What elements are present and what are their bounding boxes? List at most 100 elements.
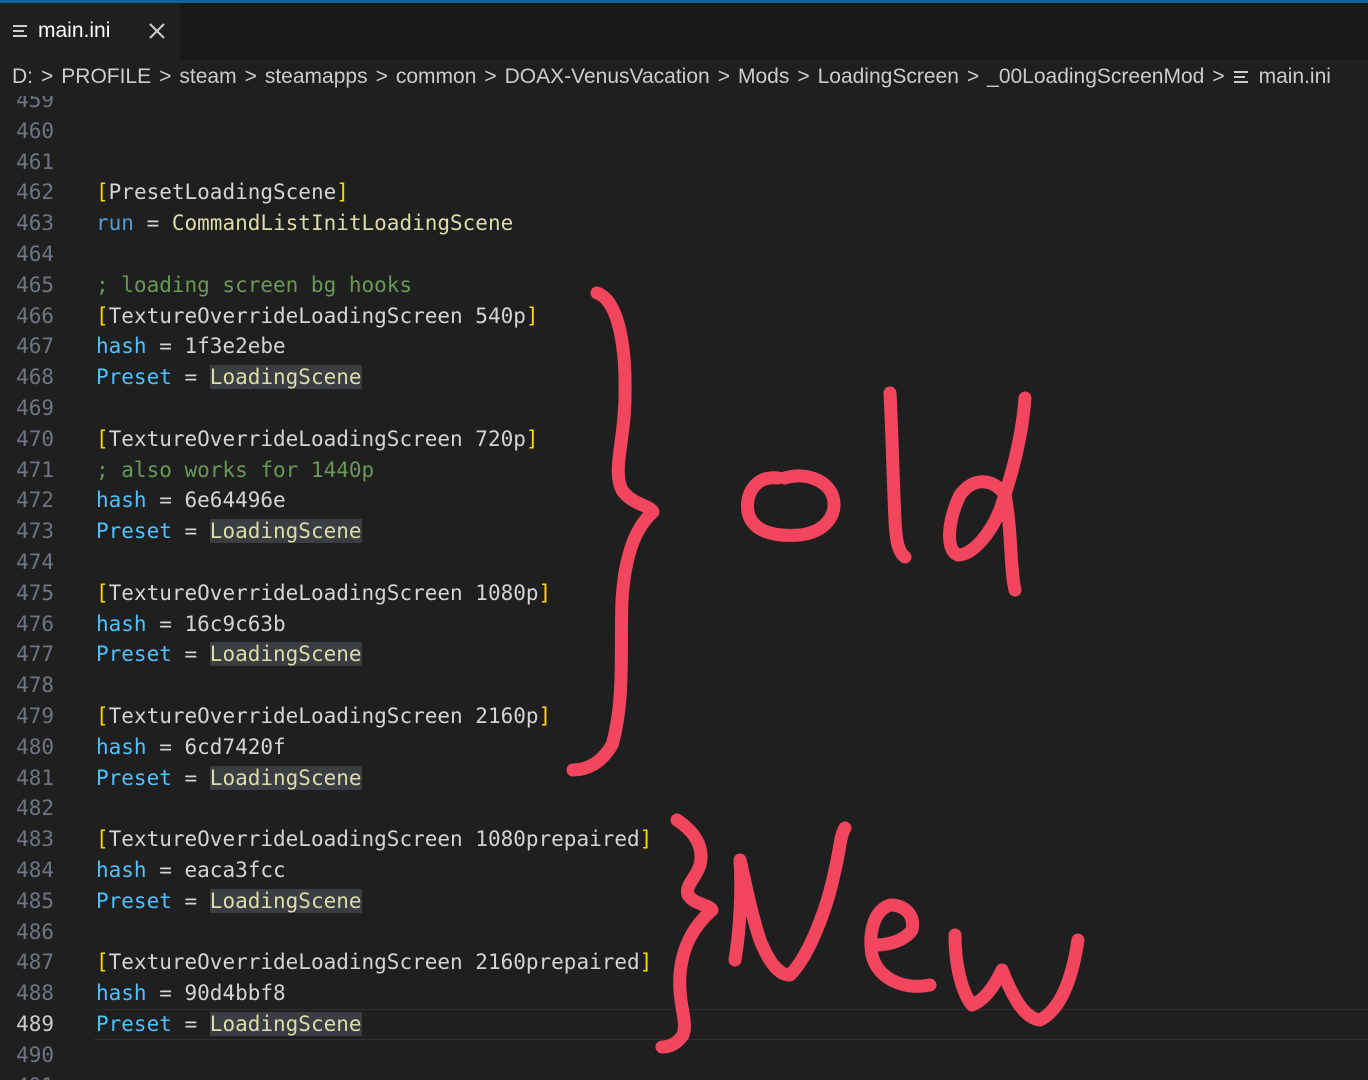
token-op: = bbox=[146, 858, 185, 882]
breadcrumb-segment[interactable]: PROFILE bbox=[61, 65, 151, 89]
token-key: hash bbox=[96, 734, 147, 759]
token-key: Preset bbox=[96, 1012, 172, 1036]
code-line[interactable]: 490 bbox=[0, 1040, 1368, 1071]
code-text: Preset = LoadingScene bbox=[96, 516, 362, 547]
code-text: [PresetLoadingScene] bbox=[96, 177, 349, 208]
breadcrumb-segment[interactable]: DOAX-VenusVacation bbox=[505, 65, 710, 89]
chevron-right-icon: > bbox=[1212, 65, 1225, 88]
token-plain: eaca3fcc bbox=[184, 858, 286, 882]
code-line[interactable]: 488 hash = 90d4bbf8 bbox=[0, 978, 1368, 1009]
breadcrumb-segment[interactable]: steamapps bbox=[265, 65, 368, 89]
code-text: [TextureOverrideLoadingScreen 1080p] bbox=[96, 578, 551, 609]
line-number: 488 bbox=[16, 981, 54, 1006]
code-line[interactable]: 476 hash = 16c9c63b bbox=[0, 609, 1368, 640]
code-editor[interactable]: 459 460 461 462 [PresetLoadingScene] 463 run =… bbox=[0, 96, 1368, 1080]
breadcrumb-file[interactable]: main.ini bbox=[1259, 65, 1331, 89]
code-line[interactable]: 475 [TextureOverrideLoadingScreen 1080p] bbox=[0, 578, 1368, 609]
tab-main-ini[interactable]: main.ini bbox=[0, 3, 180, 60]
code-line[interactable]: 469 bbox=[0, 393, 1368, 424]
code-text: hash = eaca3fcc bbox=[96, 855, 286, 886]
tab-bar: main.ini bbox=[0, 3, 1368, 60]
line-number: 485 bbox=[16, 888, 54, 913]
token-key: Preset bbox=[96, 519, 172, 544]
breadcrumb-segment[interactable]: _00LoadingScreenMod bbox=[987, 65, 1204, 89]
line-number: 476 bbox=[16, 611, 54, 636]
token-op: = bbox=[146, 734, 185, 759]
line-number: 489 bbox=[16, 1012, 54, 1036]
code-line[interactable]: 468 Preset = LoadingScene bbox=[0, 362, 1368, 393]
line-number: 469 bbox=[16, 396, 54, 420]
code-line[interactable]: 462 [PresetLoadingScene] bbox=[0, 177, 1368, 208]
token-bracket: [ bbox=[96, 180, 109, 205]
code-line[interactable]: 481 Preset = LoadingScene bbox=[0, 763, 1368, 794]
code-line[interactable]: 480 hash = 6cd7420f bbox=[0, 732, 1368, 763]
code-line[interactable]: 487 [TextureOverrideLoadingScreen 2160pre… bbox=[0, 947, 1368, 978]
token-key: hash bbox=[96, 858, 147, 882]
code-text: hash = 6e64496e bbox=[96, 485, 286, 516]
code-text: hash = 1f3e2ebe bbox=[96, 331, 286, 362]
token-op: = bbox=[171, 765, 210, 790]
code-line[interactable]: 464 bbox=[0, 239, 1368, 270]
line-number: 467 bbox=[16, 334, 54, 359]
code-line[interactable]: 483 [TextureOverrideLoadingScreen 1080pre… bbox=[0, 824, 1368, 855]
breadcrumb: D: > PROFILE > steam > steamapps > common > DOAX-V… bbox=[0, 60, 1368, 96]
token-bracket: [ bbox=[96, 580, 109, 605]
token-section: TextureOverrideLoadingScreen 720p bbox=[108, 426, 526, 451]
code-line[interactable]: 478 bbox=[0, 670, 1368, 701]
code-line[interactable]: 491 bbox=[0, 1071, 1368, 1080]
token-key: Preset bbox=[96, 642, 172, 667]
code-text: [TextureOverrideLoadingScreen 1080prepai… bbox=[96, 824, 652, 855]
token-hl: LoadingScene bbox=[209, 519, 362, 544]
token-hl: LoadingScene bbox=[209, 1012, 362, 1036]
code-line[interactable]: 474 bbox=[0, 547, 1368, 578]
code-line[interactable]: 463 run = CommandListInitLoadingScene bbox=[0, 208, 1368, 239]
code-line[interactable]: 485 Preset = LoadingScene bbox=[0, 886, 1368, 917]
code-text: hash = 6cd7420f bbox=[96, 732, 286, 763]
token-bracket: ] bbox=[525, 303, 539, 328]
line-number: 477 bbox=[16, 642, 54, 667]
line-number: 475 bbox=[16, 580, 54, 605]
token-key: hash bbox=[96, 488, 147, 513]
token-comment: ; also works for 1440p bbox=[96, 457, 375, 482]
line-number: 465 bbox=[16, 272, 54, 297]
breadcrumb-segment[interactable]: Mods bbox=[738, 65, 789, 89]
code-line[interactable]: 461 bbox=[0, 147, 1368, 178]
token-plain: 90d4bbf8 bbox=[184, 981, 286, 1006]
code-line[interactable]: 460 bbox=[0, 116, 1368, 147]
token-op: = bbox=[171, 1012, 210, 1036]
code-line[interactable]: 465 ; loading screen bg hooks bbox=[0, 270, 1368, 301]
token-val: CommandListInitLoadingScene bbox=[171, 211, 514, 236]
file-lines-icon bbox=[1233, 71, 1248, 83]
line-number: 478 bbox=[16, 673, 54, 698]
breadcrumb-segment[interactable]: LoadingScreen bbox=[818, 65, 959, 89]
code-text: hash = 90d4bbf8 bbox=[96, 978, 286, 1009]
chevron-right-icon: > bbox=[159, 65, 172, 88]
line-number: 461 bbox=[16, 149, 54, 174]
code-line[interactable]: 472 hash = 6e64496e bbox=[0, 485, 1368, 516]
file-lines-icon bbox=[13, 25, 27, 37]
code-line[interactable]: 473 Preset = LoadingScene bbox=[0, 516, 1368, 547]
code-line[interactable]: 489 Preset = LoadingScene bbox=[0, 1009, 1368, 1040]
code-line[interactable]: 484 hash = eaca3fcc bbox=[0, 855, 1368, 886]
code-line[interactable]: 482 bbox=[0, 793, 1368, 824]
code-line[interactable]: 467 hash = 1f3e2ebe bbox=[0, 331, 1368, 362]
token-key: Preset bbox=[96, 765, 172, 790]
token-section: PresetLoadingScene bbox=[108, 180, 337, 205]
code-line[interactable]: 486 bbox=[0, 917, 1368, 948]
line-number: 480 bbox=[16, 734, 54, 759]
breadcrumb-segment[interactable]: common bbox=[396, 65, 477, 89]
line-number: 486 bbox=[16, 919, 54, 944]
token-op: = bbox=[171, 365, 210, 390]
code-line[interactable]: 459 bbox=[0, 96, 1368, 116]
code-line[interactable]: 477 Preset = LoadingScene bbox=[0, 639, 1368, 670]
token-bracket: ] bbox=[538, 704, 552, 728]
breadcrumb-segment[interactable]: steam bbox=[179, 65, 236, 89]
breadcrumb-segment[interactable]: D: bbox=[12, 65, 33, 89]
code-line[interactable]: 470 [TextureOverrideLoadingScreen 720p] bbox=[0, 424, 1368, 455]
code-line[interactable]: 471 ; also works for 1440p bbox=[0, 455, 1368, 486]
code-text: run = CommandListInitLoadingScene bbox=[96, 208, 513, 239]
code-line[interactable]: 479 [TextureOverrideLoadingScreen 2160p] bbox=[0, 701, 1368, 732]
code-line[interactable]: 466 [TextureOverrideLoadingScreen 540p] bbox=[0, 301, 1368, 332]
close-icon[interactable] bbox=[146, 20, 168, 42]
code-text: Preset = LoadingScene bbox=[96, 1009, 362, 1040]
